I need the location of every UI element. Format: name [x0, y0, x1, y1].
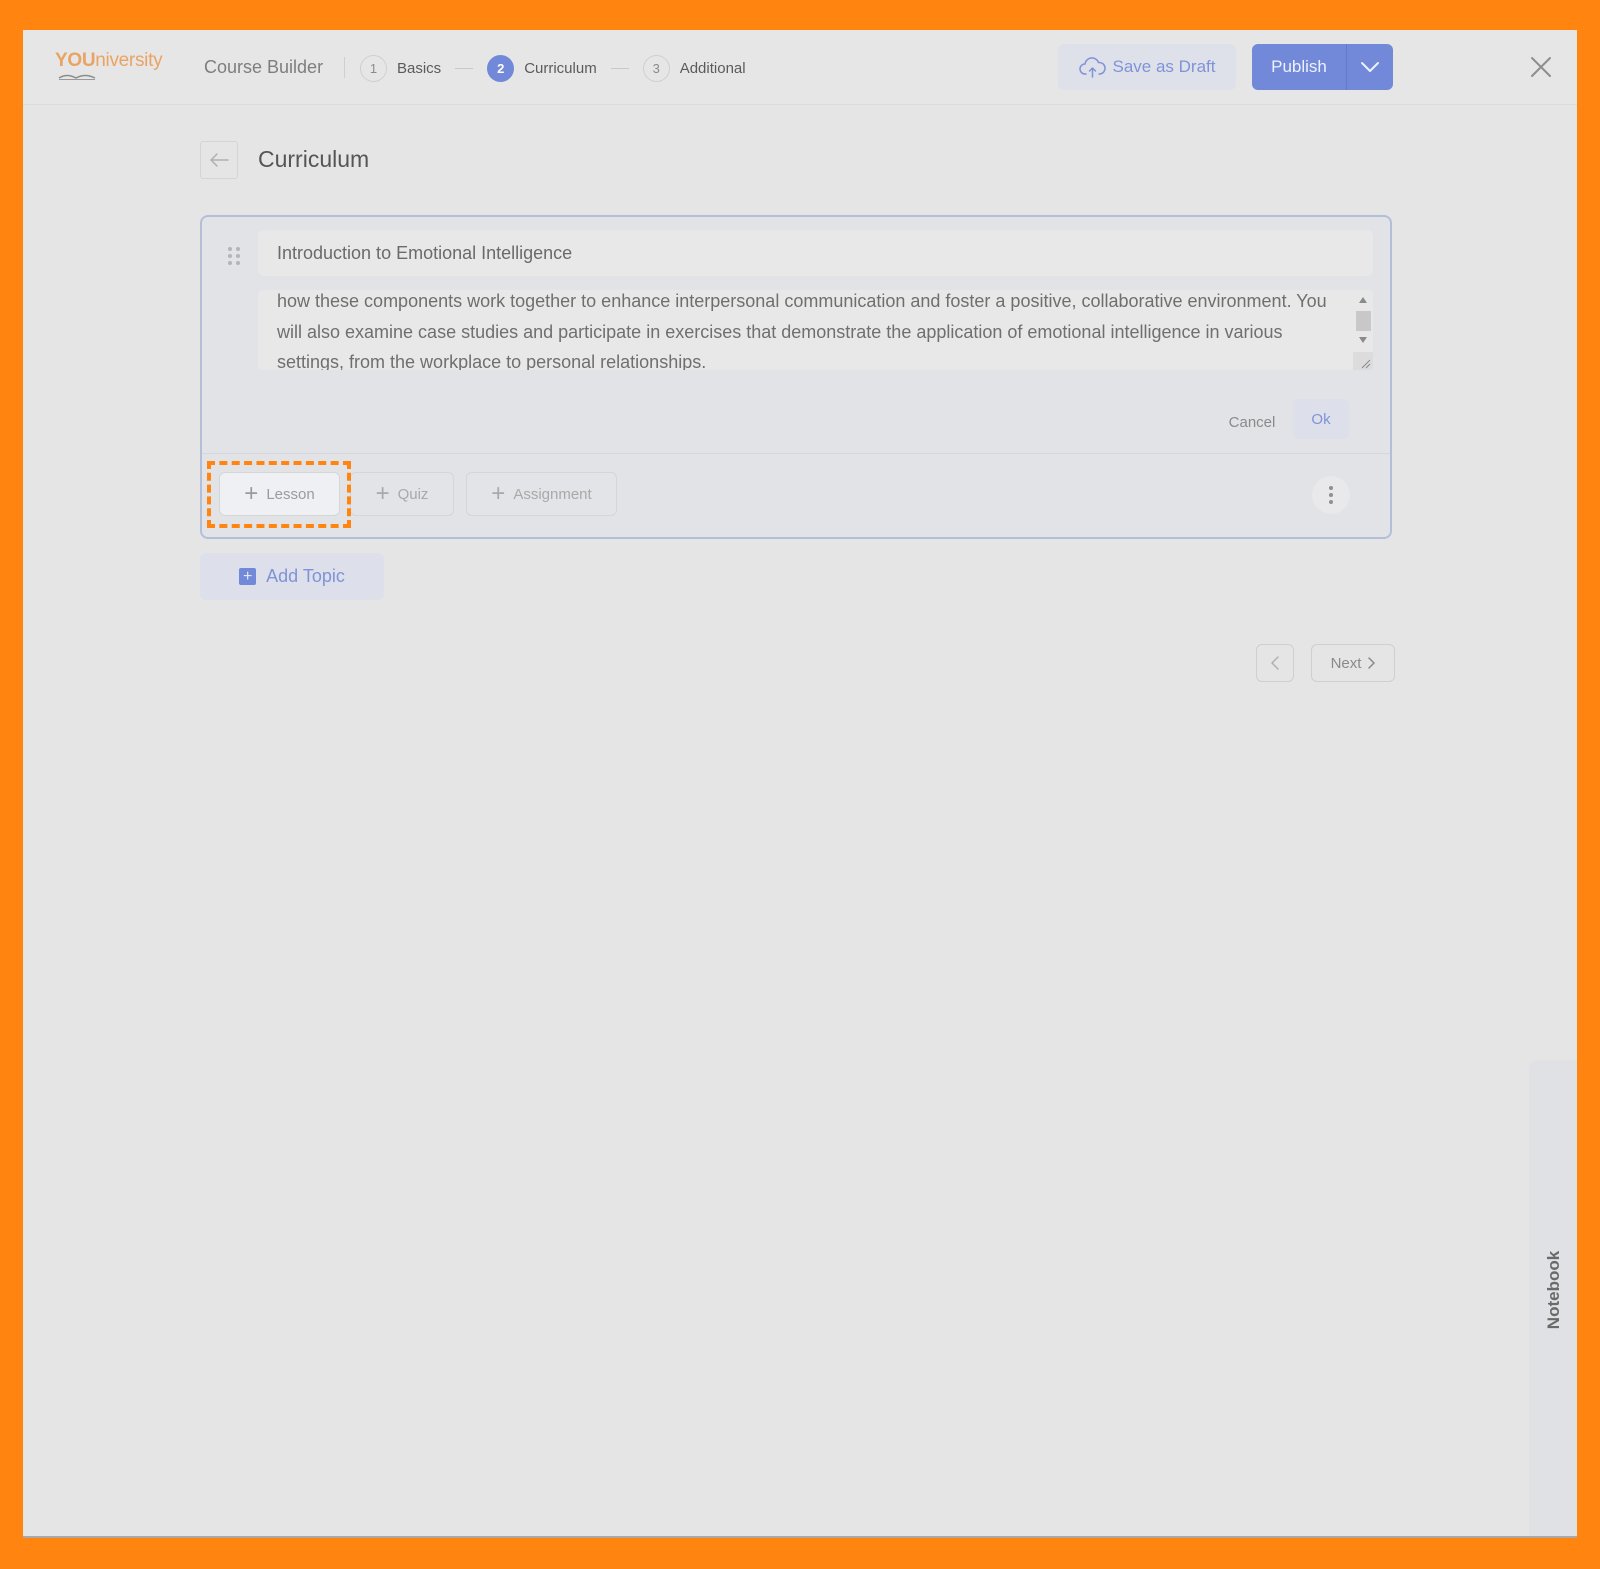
- plus-icon: +: [244, 480, 259, 507]
- chevron-right-icon: [1368, 657, 1376, 669]
- more-options-button[interactable]: [1312, 476, 1350, 514]
- step-connector: [455, 67, 474, 69]
- resize-handle[interactable]: [1353, 352, 1373, 370]
- add-lesson-button[interactable]: + Lesson: [219, 472, 340, 516]
- add-quiz-label: Quiz: [397, 485, 429, 503]
- resize-grip-icon: [1361, 359, 1371, 369]
- step-number: 2: [487, 54, 515, 82]
- topic-description-textarea[interactable]: how these components work together to en…: [258, 290, 1373, 370]
- publish-split-button: Publish: [1252, 44, 1393, 90]
- step-label: Basics: [397, 59, 442, 77]
- scrollbar-thumb[interactable]: [1356, 311, 1371, 331]
- add-assignment-label: Assignment: [513, 485, 592, 503]
- stepper: 1 Basics 2 Curriculum 3 Additional: [360, 53, 746, 83]
- logo-text: YOUniversity: [55, 50, 163, 71]
- step-additional[interactable]: 3 Additional: [642, 54, 746, 82]
- previous-button[interactable]: [1256, 644, 1294, 682]
- add-topic-button[interactable]: + Add Topic: [200, 553, 384, 600]
- drag-handle-icon[interactable]: [226, 245, 242, 267]
- chevron-down-icon: [1361, 62, 1379, 72]
- plus-icon: +: [375, 480, 390, 507]
- cancel-button[interactable]: Cancel: [1217, 403, 1287, 441]
- add-quiz-button[interactable]: + Quiz: [350, 472, 454, 516]
- divider: [344, 57, 345, 78]
- plus-square-icon: +: [239, 568, 257, 585]
- chevron-left-icon: [1271, 656, 1279, 670]
- add-lesson-label: Lesson: [266, 485, 315, 503]
- notebook-tab[interactable]: Notebook: [1529, 1060, 1577, 1536]
- course-builder-window: YOUniversity Course Builder 1 Basics 2 C…: [23, 30, 1577, 1538]
- step-curriculum[interactable]: 2 Curriculum: [487, 54, 597, 82]
- publish-button[interactable]: Publish: [1252, 44, 1346, 90]
- topic-title-input[interactable]: Introduction to Emotional Intelligence: [258, 230, 1373, 276]
- notebook-label: Notebook: [1544, 1250, 1563, 1330]
- app-title: Course Builder: [204, 57, 324, 77]
- publish-options-button[interactable]: [1346, 44, 1393, 90]
- step-number: 1: [360, 54, 387, 82]
- plus-icon: +: [491, 480, 506, 507]
- cloud-upload-icon: [1078, 57, 1106, 78]
- arrow-left-icon: [210, 153, 229, 167]
- close-button[interactable]: [1529, 55, 1553, 79]
- topic-card: Introduction to Emotional Intelligence h…: [200, 215, 1392, 539]
- save-as-draft-label: Save as Draft: [1112, 57, 1216, 76]
- divider: [202, 453, 1390, 454]
- step-number: 3: [642, 54, 670, 82]
- book-icon: [58, 74, 96, 80]
- more-vertical-icon: [1329, 486, 1333, 490]
- step-label: Curriculum: [524, 59, 597, 77]
- logo: YOUniversity: [55, 50, 171, 84]
- step-basics[interactable]: 1 Basics: [360, 54, 442, 82]
- scroll-up-arrow-icon[interactable]: [1359, 297, 1367, 303]
- save-as-draft-button[interactable]: Save as Draft: [1058, 44, 1236, 90]
- step-connector: [610, 67, 629, 69]
- close-icon: [1531, 57, 1551, 77]
- step-label: Additional: [679, 59, 746, 77]
- add-topic-label: Add Topic: [266, 566, 345, 586]
- header: YOUniversity Course Builder 1 Basics 2 C…: [23, 30, 1577, 105]
- topic-description-text: how these components work together to en…: [277, 291, 1327, 370]
- back-button[interactable]: [200, 141, 238, 179]
- page-title: Curriculum: [258, 146, 370, 172]
- ok-button[interactable]: Ok: [1293, 399, 1349, 439]
- next-button[interactable]: Next: [1311, 644, 1395, 682]
- next-label: Next: [1330, 654, 1362, 672]
- add-assignment-button[interactable]: + Assignment: [466, 472, 617, 516]
- scroll-down-arrow-icon[interactable]: [1359, 337, 1367, 343]
